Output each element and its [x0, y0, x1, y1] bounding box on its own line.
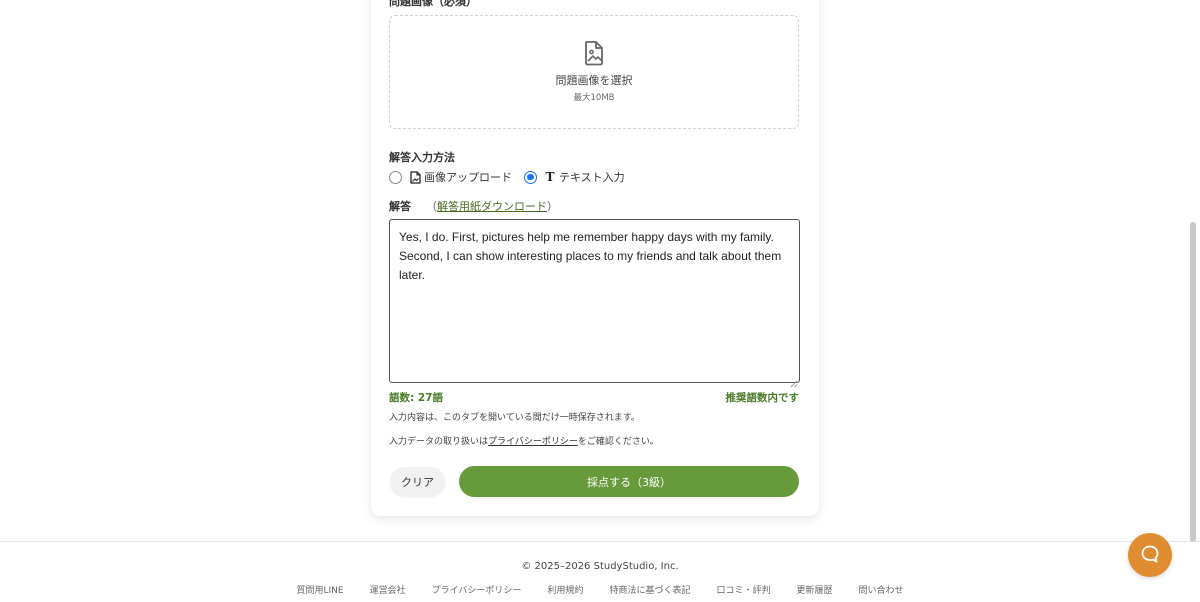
answer-sheet-download: （解答用紙ダウンロード）: [426, 200, 558, 213]
privacy-note-prefix: 入力データの取り扱いは: [389, 437, 489, 447]
dropzone-title: 問題画像を選択: [555, 74, 633, 87]
footer-link-contact[interactable]: 問い合わせ: [858, 583, 903, 596]
chat-bubble-icon: [1140, 544, 1160, 567]
copyright: © 2025–2026 StudyStudio, Inc.: [521, 561, 679, 572]
problem-image-label: 問題画像（必須）: [389, 0, 477, 8]
footer-divider: [0, 541, 1200, 542]
footer-link-line[interactable]: 質問用LINE: [296, 583, 343, 596]
method-label-image: 画像アップロード: [424, 171, 512, 184]
privacy-note-suffix: をご確認ください。: [577, 437, 659, 447]
recommend-status: 推奨語数内です: [725, 392, 800, 404]
image-file-icon: [582, 40, 606, 66]
method-option-image[interactable]: 画像アップロード: [389, 169, 512, 185]
clear-button[interactable]: クリア: [390, 467, 445, 496]
footer-link-terms[interactable]: 利用規約: [547, 583, 583, 596]
method-label-text: テキスト入力: [559, 171, 625, 184]
submit-button[interactable]: 採点する（3級）: [459, 466, 799, 497]
page-scrollbar[interactable]: [1190, 222, 1196, 542]
word-count: 語数: 27語: [389, 392, 443, 404]
answer-sheet-download-link[interactable]: 解答用紙ダウンロード: [437, 200, 547, 213]
method-option-text[interactable]: T テキスト入力: [524, 169, 625, 185]
footer-link-company[interactable]: 運営会社: [370, 583, 406, 596]
radio-text-input[interactable]: [524, 170, 537, 184]
resize-handle-icon[interactable]: [790, 373, 798, 388]
footer-link-changelog[interactable]: 更新履歴: [796, 583, 832, 596]
privacy-policy-link[interactable]: プライバシーポリシー: [488, 437, 578, 447]
input-method-label: 解答入力方法: [389, 151, 455, 164]
answer-label: 解答: [389, 200, 411, 213]
footer-link-reviews[interactable]: 口コミ・評判: [716, 583, 770, 596]
file-image-icon: [409, 170, 421, 184]
input-method-group: 画像アップロード T テキスト入力: [389, 169, 625, 185]
footer-links: 質問用LINE 運営会社 プライバシーポリシー 利用規約 特商法に基づく表記 口…: [0, 583, 1200, 596]
footer-link-tokushoho[interactable]: 特商法に基づく表記: [609, 583, 690, 596]
footer-link-privacy[interactable]: プライバシーポリシー: [432, 583, 522, 596]
radio-image-upload[interactable]: [389, 170, 402, 184]
answer-textarea[interactable]: Yes, I do. First, pictures help me remem…: [389, 219, 800, 383]
autosave-note: 入力内容は、このタブを開いている間だけ一時保存されます。: [389, 413, 640, 423]
privacy-note: 入力データの取り扱いはプライバシーポリシーをご確認ください。: [389, 434, 659, 447]
chat-button[interactable]: [1128, 533, 1172, 577]
dropzone-max-size: 最大10MB: [573, 93, 615, 103]
text-t-icon: T: [545, 170, 555, 184]
